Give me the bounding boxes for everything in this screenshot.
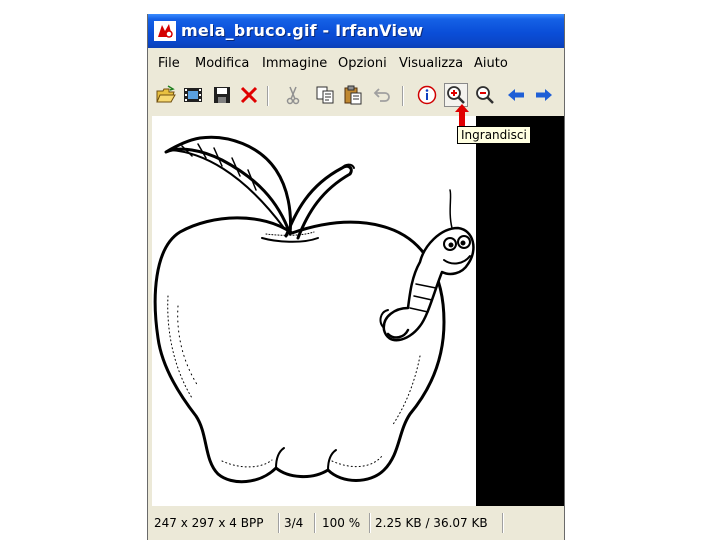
image-canvas <box>152 116 476 506</box>
zoom-in-tooltip: Ingrandisci <box>457 126 531 144</box>
status-dimensions: 247 x 297 x 4 BPP <box>154 516 264 530</box>
status-separator <box>278 513 280 533</box>
status-bar: 247 x 297 x 4 BPP 3/4 100 % 2.25 KB / 36… <box>148 511 564 536</box>
pointer-arrow-icon <box>455 104 469 126</box>
film-icon <box>184 88 202 102</box>
info-button[interactable] <box>415 83 439 107</box>
paste-button[interactable] <box>341 83 365 107</box>
info-icon <box>417 85 437 105</box>
irfanview-window: mela_bruco.gif - IrfanView File Modifica… <box>147 14 565 540</box>
status-size: 2.25 KB / 36.07 KB <box>375 516 488 530</box>
zoom-out-button[interactable] <box>473 83 497 107</box>
apple-stem <box>284 164 353 240</box>
toolbar <box>148 82 564 112</box>
window-title: mela_bruco.gif - IrfanView <box>181 21 424 40</box>
image-viewport[interactable] <box>152 116 564 506</box>
next-button[interactable] <box>532 83 556 107</box>
menu-immagine[interactable]: Immagine <box>262 56 327 71</box>
slideshow-button[interactable] <box>181 83 205 107</box>
status-separator <box>369 513 371 533</box>
arrow-left-icon <box>508 89 524 101</box>
copy-icon <box>316 86 334 104</box>
arrow-right-icon <box>536 89 552 101</box>
apple-worm-illustration <box>153 135 475 484</box>
zoom-in-icon <box>447 86 465 104</box>
title-bar[interactable]: mela_bruco.gif - IrfanView <box>148 14 564 48</box>
toolbar-separator <box>267 86 269 106</box>
menu-visualizza[interactable]: Visualizza <box>399 56 463 71</box>
toolbar-separator <box>402 86 404 106</box>
folder-open-icon <box>156 85 176 103</box>
red-x-icon <box>240 86 258 104</box>
menu-bar: File Modifica Immagine Opzioni Visualizz… <box>148 52 564 76</box>
menu-aiuto[interactable]: Aiuto <box>474 56 508 71</box>
irfanview-app-icon <box>154 21 176 41</box>
menu-opzioni[interactable]: Opzioni <box>338 56 387 71</box>
status-index: 3/4 <box>284 516 304 530</box>
undo-icon <box>373 88 390 102</box>
scissors-icon <box>286 86 300 105</box>
delete-button[interactable] <box>237 83 261 107</box>
previous-button[interactable] <box>504 83 528 107</box>
open-button[interactable] <box>154 83 178 107</box>
copy-button[interactable] <box>313 83 337 107</box>
cut-button[interactable] <box>281 83 305 107</box>
undo-button[interactable] <box>370 83 394 107</box>
menu-modifica[interactable]: Modifica <box>195 56 249 71</box>
menu-file[interactable]: File <box>158 56 180 71</box>
status-zoom: 100 % <box>322 516 361 530</box>
save-button[interactable] <box>210 83 234 107</box>
paste-icon <box>344 85 362 105</box>
floppy-icon <box>214 87 230 103</box>
apple-outline <box>153 216 446 484</box>
status-separator <box>502 513 504 533</box>
zoom-out-icon <box>476 86 494 104</box>
status-separator <box>314 513 316 533</box>
